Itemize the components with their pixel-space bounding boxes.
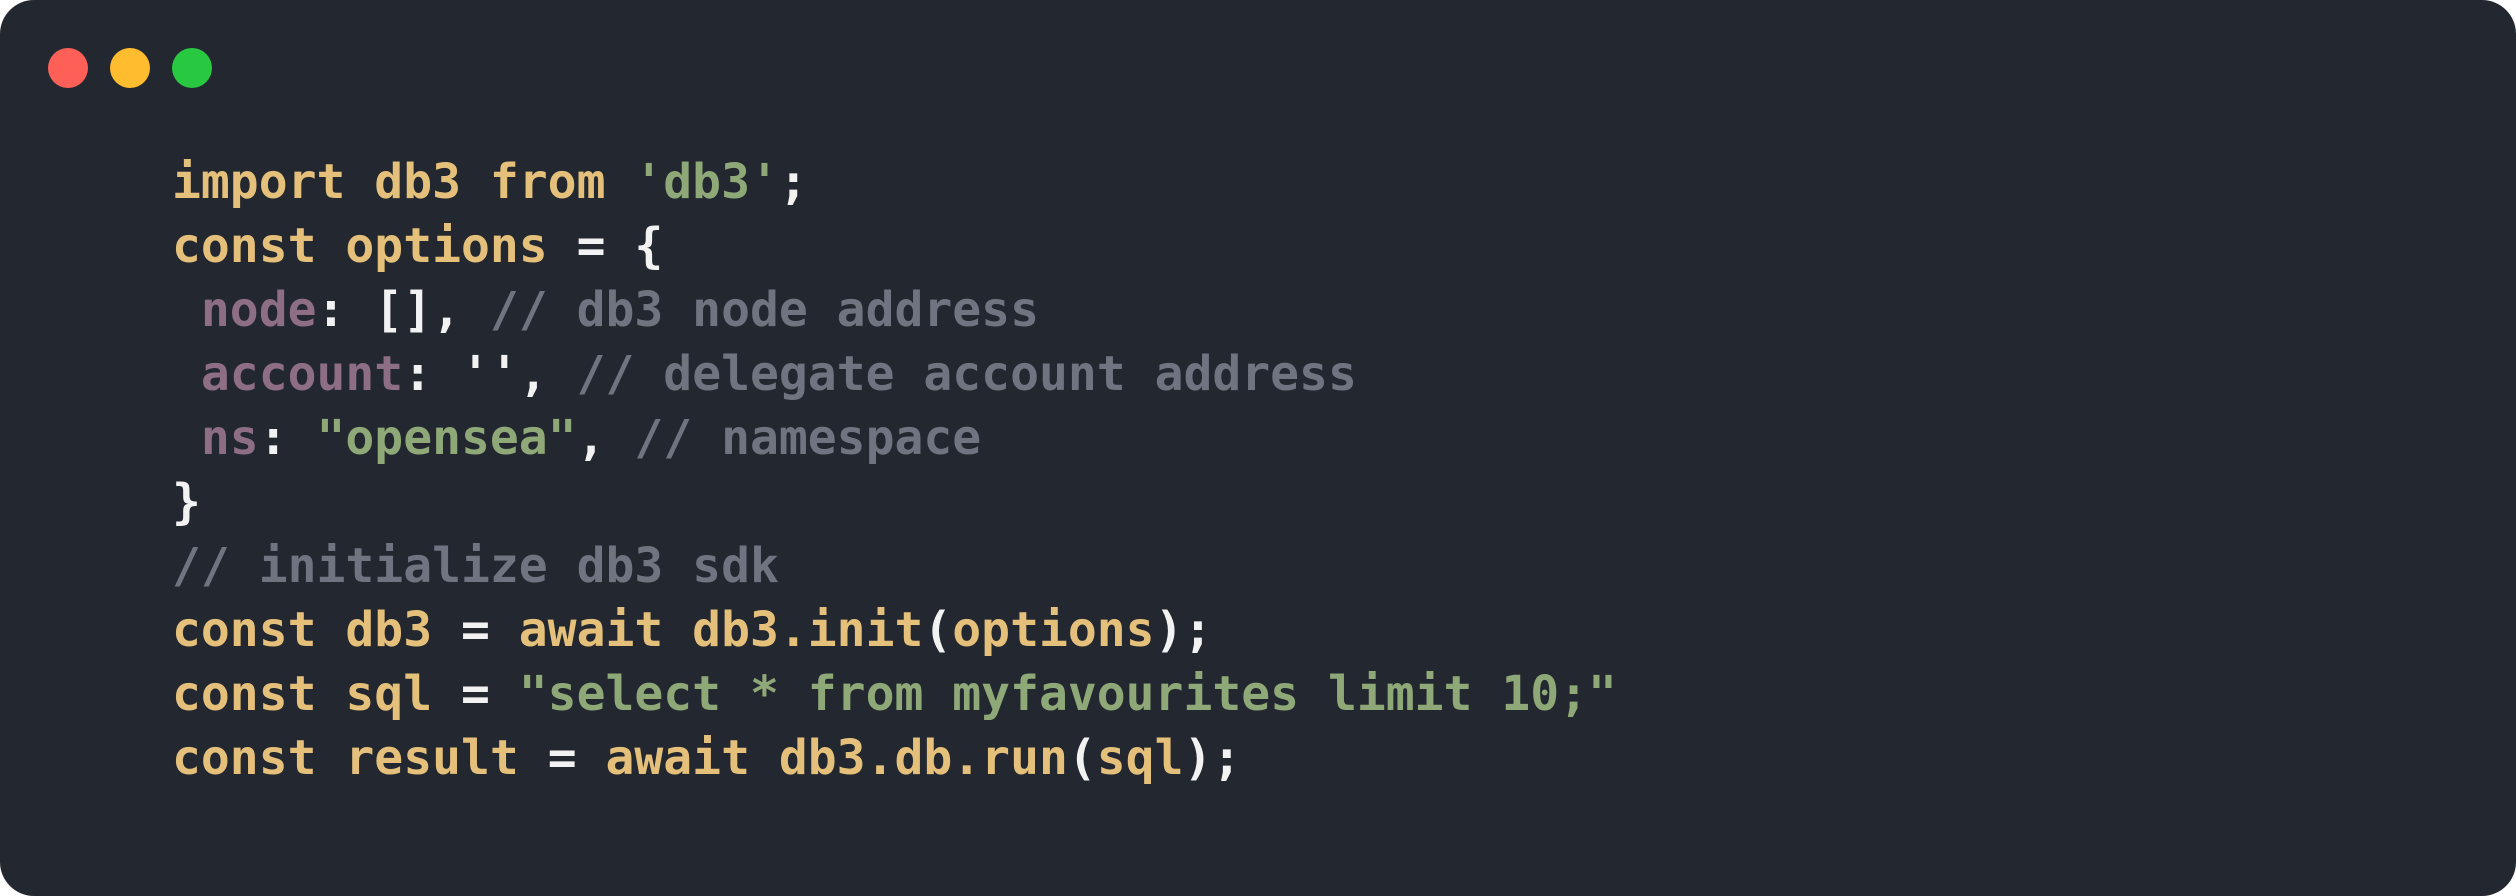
code-token: sql bbox=[1096, 730, 1184, 786]
code-token: ; bbox=[778, 154, 808, 210]
code-token: // namespace bbox=[634, 410, 982, 466]
code-token: import db3 from bbox=[172, 154, 635, 210]
code-token: const db3 bbox=[172, 602, 461, 658]
code-window: import db3 from 'db3'; const options = { … bbox=[0, 0, 2516, 896]
code-token: : '', bbox=[403, 346, 577, 402]
code-token: const result bbox=[172, 730, 548, 786]
code-token: ( bbox=[1067, 730, 1097, 786]
code-token: ns bbox=[200, 410, 259, 466]
code-token: const sql bbox=[172, 666, 461, 722]
code-line: account: '', // delegate account address bbox=[172, 342, 1617, 406]
code-line: const options = { bbox=[172, 214, 1617, 278]
code-token: : bbox=[258, 410, 317, 466]
code-token: , bbox=[576, 410, 635, 466]
code-line: node: [], // db3 node address bbox=[172, 278, 1617, 342]
code-token: await db3.db.run bbox=[605, 730, 1068, 786]
code-token: "opensea" bbox=[316, 410, 577, 466]
code-line: // initialize db3 sdk bbox=[172, 534, 1617, 598]
code-line: const result = await db3.db.run(sql); bbox=[172, 726, 1617, 790]
zoom-button[interactable] bbox=[172, 48, 212, 88]
code-token: ); bbox=[1154, 602, 1213, 658]
code-token: "select * from myfavourites limit 10;" bbox=[518, 666, 1617, 722]
code-token: } bbox=[172, 474, 201, 530]
code-token: // delegate account address bbox=[576, 346, 1357, 402]
code-token: = bbox=[460, 666, 519, 722]
code-token: await db3.init bbox=[518, 602, 924, 658]
code-token: : [], bbox=[316, 282, 490, 338]
close-button[interactable] bbox=[48, 48, 88, 88]
code-line: } bbox=[172, 470, 1617, 534]
code-token: ( bbox=[923, 602, 953, 658]
code-token: // db3 node address bbox=[489, 282, 1039, 338]
code-token: account bbox=[200, 346, 404, 402]
code-token: = { bbox=[576, 218, 664, 274]
code-token: = bbox=[547, 730, 606, 786]
code-token: 'db3' bbox=[634, 154, 779, 210]
code-token: options bbox=[952, 602, 1155, 658]
code-line: const sql = "select * from myfavourites … bbox=[172, 662, 1617, 726]
code-token: node bbox=[200, 282, 317, 338]
code-token: // initialize db3 sdk bbox=[172, 538, 779, 594]
code-token: const options bbox=[172, 218, 577, 274]
code-line: import db3 from 'db3'; bbox=[172, 150, 1617, 214]
code-block: import db3 from 'db3'; const options = { … bbox=[172, 150, 1617, 790]
code-token: = bbox=[460, 602, 519, 658]
window-controls bbox=[48, 48, 212, 88]
code-line: const db3 = await db3.init(options); bbox=[172, 598, 1617, 662]
code-line: ns: "opensea", // namespace bbox=[172, 406, 1617, 470]
code-token: ); bbox=[1183, 730, 1242, 786]
minimize-button[interactable] bbox=[110, 48, 150, 88]
